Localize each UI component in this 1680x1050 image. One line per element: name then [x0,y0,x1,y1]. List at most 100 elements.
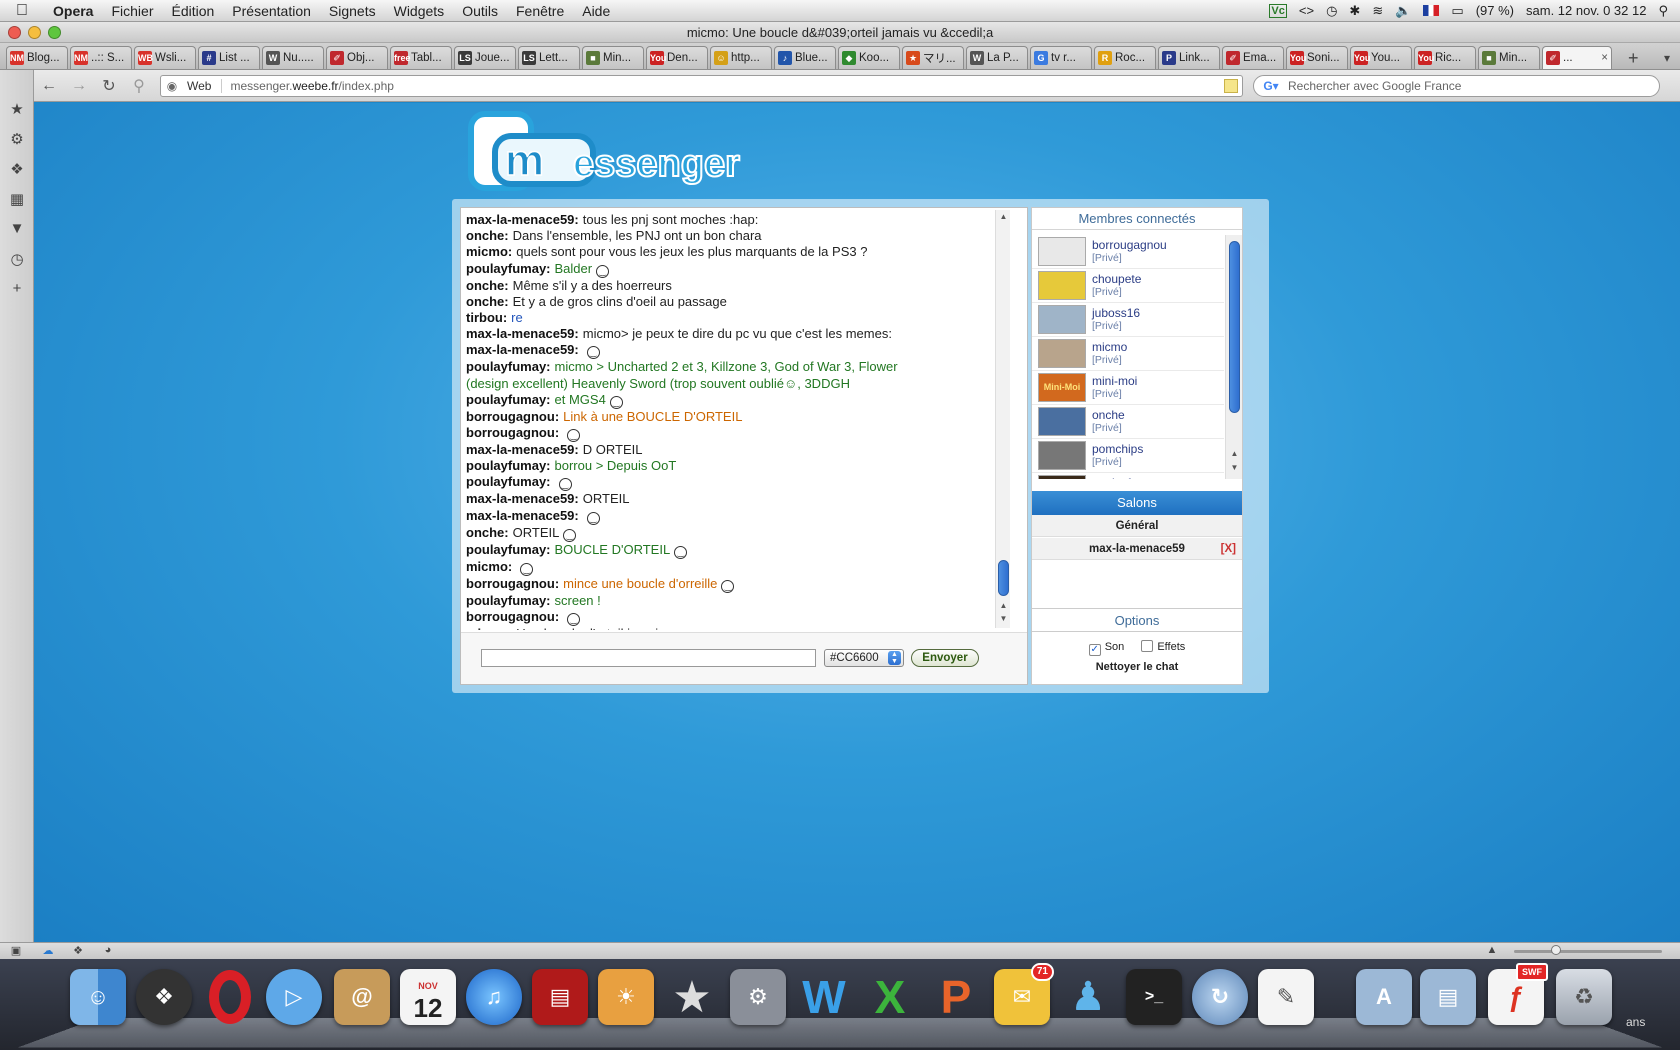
powerpoint-icon[interactable]: P [928,969,984,1025]
browser-tab[interactable]: ☺ http... [710,46,772,69]
member-name[interactable]: mini-moi [1092,374,1137,388]
menu-fenetre[interactable]: Fenêtre [507,3,573,19]
zoom-window-icon[interactable] [48,26,61,39]
documents-folder-icon[interactable]: ▤ [1420,969,1476,1025]
close-salon-button[interactable]: [X] [1221,538,1236,560]
member-private-link[interactable]: [Privé] [1092,252,1167,265]
key-icon[interactable]: ⚲ [124,76,154,96]
address-book-icon[interactable]: @ [334,969,390,1025]
add-panel-icon[interactable]: + [0,280,34,297]
member-item[interactable]: choupete [Privé] [1032,269,1224,303]
chat-scroll-thumb[interactable] [998,560,1009,596]
browser-tab[interactable]: You Den... [646,46,708,69]
browser-tab[interactable]: Gtv r... [1030,46,1092,69]
time-machine-icon[interactable]: ◷ [1326,3,1337,19]
iphoto-icon[interactable]: ☀ [598,969,654,1025]
excel-icon[interactable]: X [862,969,918,1025]
browser-tab[interactable]: LS Joue... [454,46,516,69]
battery-percent[interactable]: (97 %) [1476,3,1514,18]
browser-tab[interactable]: P Link... [1158,46,1220,69]
member-name[interactable]: juboss16 [1092,306,1140,320]
member-name[interactable]: borrougagnou [1092,238,1167,252]
itunes-icon[interactable]: ♫ [466,969,522,1025]
apple-icon[interactable]:  [0,2,44,20]
member-item[interactable]: micmo [Privé] [1032,337,1224,371]
member-item[interactable]: Mini-Moi mini-moi [Privé] [1032,371,1224,405]
member-item[interactable]: poulayfumay[Privé] [1032,473,1224,479]
close-window-icon[interactable] [8,26,21,39]
browser-tab[interactable]: ★ マリ... [902,46,964,69]
sync-icon[interactable]: ↻ [1192,969,1248,1025]
scroll-up-icon[interactable]: ▲ [1226,449,1243,458]
messenger-icon[interactable]: ♟ [1060,969,1116,1025]
member-name[interactable]: onche [1092,408,1125,422]
forward-icon[interactable]: → [64,77,94,95]
browser-tab[interactable]: NM..:: S... [70,46,132,69]
scroll-down-icon[interactable]: ▼ [1226,463,1243,472]
keyboard-flag-icon[interactable] [1423,5,1440,16]
safari-icon[interactable]: ❖ [136,969,192,1025]
notes-icon[interactable]: ▦ [0,190,34,208]
wifi-icon[interactable]: ≋ [1372,3,1383,19]
browser-tab[interactable]: W La P... [966,46,1028,69]
member-private-link[interactable]: [Privé] [1092,354,1127,367]
browser-tab[interactable]: NM Blog... [6,46,68,69]
clear-chat-link[interactable]: Nettoyer le chat [1032,661,1242,673]
downloads-icon[interactable]: ▼ [0,220,34,237]
reload-icon[interactable]: ↻ [94,76,124,96]
browser-tab[interactable]: LS Lett... [518,46,580,69]
code-icon[interactable]: <> [1299,3,1314,18]
effects-checkbox[interactable] [1141,640,1154,652]
member-item[interactable]: pomchips [Privé] [1032,439,1224,473]
member-name[interactable]: choupete [1092,272,1141,286]
history-clock-icon[interactable]: ◷ [0,250,34,268]
url-text[interactable]: messenger.weebe.fr/index.php [230,79,393,93]
minimize-window-icon[interactable] [28,26,41,39]
member-private-link[interactable]: [Privé] [1092,422,1125,435]
new-tab-icon[interactable]: + [1622,47,1645,69]
browser-tab[interactable]: ✐ Obj... [326,46,388,69]
volume-icon[interactable]: 🔈 [1395,3,1411,19]
scroll-up-icon[interactable]: ▲ [996,601,1011,610]
search-field[interactable]: G▾ Rechercher avec Google France [1253,74,1660,97]
menu-app-name[interactable]: Opera [44,3,102,19]
panel-toggle-icon[interactable]: ▣ [8,944,24,957]
scroll-up-icon[interactable]: ▲ [996,212,1011,221]
salon-general[interactable]: Général [1032,515,1242,537]
bookmarks-star-icon[interactable]: ★ [0,100,34,118]
applications-folder-icon[interactable]: A [1356,969,1412,1025]
member-name[interactable]: micmo [1092,340,1127,354]
member-private-link[interactable]: [Privé] [1092,320,1140,333]
browser-tab[interactable]: W Nu..... [262,46,324,69]
color-select[interactable]: #CC6600 ▲ ▼ [824,649,904,667]
browser-tab[interactable]: # List ... [198,46,260,69]
ical-icon[interactable]: NOV 12 [400,969,456,1025]
member-item[interactable]: onche [Privé] [1032,405,1224,439]
close-tab-icon[interactable]: × [1601,52,1608,64]
note-icon[interactable] [1224,78,1238,93]
spotlight-icon[interactable]: ⚲ [1658,3,1668,19]
browser-tab[interactable]: free Tabl... [390,46,452,69]
unite-status-icon[interactable]: ❖ [70,944,86,957]
bluetooth-icon[interactable]: ✱ [1349,3,1360,19]
battery-icon[interactable]: ▭ [1451,3,1463,19]
tab-list-icon[interactable]: ▾ [1654,47,1680,69]
member-item[interactable]: juboss16 [Privé] [1032,303,1224,337]
menu-signets[interactable]: Signets [320,3,385,19]
browser-tab[interactable]: You You... [1350,46,1412,69]
view-icon[interactable]: ▲ [1484,944,1500,956]
member-private-link[interactable]: [Privé] [1092,456,1143,469]
terminal-icon[interactable]: >_ [1126,969,1182,1025]
member-item[interactable]: borrougagnou [Privé] [1032,235,1224,269]
cloud-icon[interactable]: ☁ [40,944,56,957]
unite-icon[interactable]: ❖ [0,160,34,178]
browser-tab[interactable]: WB Wsli... [134,46,196,69]
member-private-link[interactable]: [Privé] [1092,388,1137,401]
send-button[interactable]: Envoyer [911,649,979,667]
menu-presentation[interactable]: Présentation [223,3,320,19]
chat-scrollbar[interactable]: ▲ ▲ ▼ [995,210,1010,628]
zoom-slider-knob[interactable] [1551,945,1561,955]
menu-aide[interactable]: Aide [573,3,619,19]
settings-gear-icon[interactable]: ⚙ [0,130,34,148]
menubar-clock[interactable]: sam. 12 nov. 0 32 12 [1526,3,1646,18]
